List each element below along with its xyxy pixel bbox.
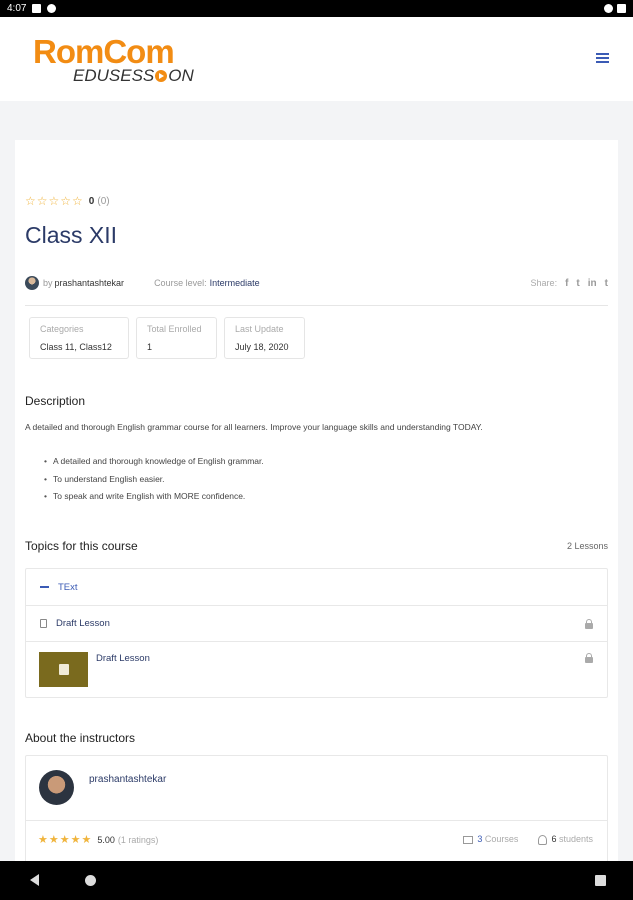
rating-value: 5.00 [97,834,115,845]
description-bullets: A detailed and thorough knowledge of Eng… [44,456,264,509]
course-card: ☆☆☆☆☆ 0 (0) Class XII by prashantashteka… [15,140,618,862]
facebook-icon[interactable]: f [565,278,568,289]
instructor-card: prashantashtekar ★★★★★ 5.00 (1 ratings) … [25,755,608,862]
user-icon [538,834,548,845]
topics-list: TExt Draft Lesson Draft Lesson [25,568,608,698]
logo-text-bottom: EDUSESS ON [73,66,194,85]
tumblr-icon[interactable]: t [605,278,608,289]
rating-count: (0) [97,195,110,207]
lesson-title: Draft Lesson [96,653,150,664]
lessons-count: 2 Lessons [566,541,608,551]
graduation-cap-icon [463,835,474,844]
instructor-name[interactable]: prashantashtekar [89,774,166,785]
course-info-boxes: Categories Class 11, Class12 Total Enrol… [29,317,305,359]
instructors-heading: About the instructors [25,731,136,745]
document-icon [40,619,47,628]
instructor-stats: 3 Courses 6 students [463,834,593,845]
lesson-thumbnail [39,652,88,687]
rating-count: (1 ratings) [117,834,159,845]
sync-icon [47,4,57,13]
rating-stars: ★★★★★ [38,834,93,846]
description-text: A detailed and thorough English grammar … [25,422,483,432]
course-level-value: Intermediate [209,278,260,288]
author-avatar [25,276,39,290]
instructor-students: 6 students [538,834,593,845]
description-heading: Description [25,394,86,408]
status-bar: 4:07 [0,0,633,17]
course-title: Class XII [25,222,118,248]
divider [25,305,608,306]
back-icon[interactable] [30,874,39,886]
instructor-avatar[interactable] [39,770,74,805]
info-box-categories: Categories Class 11, Class12 [29,317,129,359]
topics-heading: Topics for this course [25,539,138,553]
info-box-last-update: Last Update July 18, 2020 [224,317,305,359]
divider [26,820,607,821]
instructor-rating: ★★★★★ 5.00 (1 ratings) [38,833,158,846]
lock-icon [585,653,593,663]
info-box-enrolled: Total Enrolled 1 [136,317,217,359]
site-logo[interactable]: RomCom EDUSESS ON [33,33,194,85]
system-nav-bar [0,861,633,900]
lock-icon [585,619,593,629]
notification-icon [32,4,42,13]
linkedin-icon[interactable]: in [588,278,597,289]
list-item: A detailed and thorough knowledge of Eng… [44,456,264,474]
topic-header[interactable]: TExt [26,569,607,606]
play-icon [155,70,168,82]
video-icon [58,664,69,675]
hamburger-icon[interactable] [596,53,609,64]
logo-text-top: RomCom [33,33,175,70]
recent-apps-icon[interactable] [595,875,606,886]
course-rating: ☆☆☆☆☆ 0 (0) [25,194,110,208]
lesson-title: Draft Lesson [56,618,110,629]
rating-stars: ☆☆☆☆☆ [25,194,84,208]
list-item: To understand English easier. [44,474,264,492]
battery-icon [617,4,626,13]
status-time: 4:07 [7,3,27,14]
twitter-icon[interactable]: t [576,278,579,289]
lesson-item[interactable]: Draft Lesson [26,606,607,642]
rating-value: 0 [88,195,95,207]
home-icon[interactable] [85,875,96,886]
author-prefix: by [43,278,53,288]
share-label: Share: [530,278,558,288]
site-header: RomCom EDUSESS ON [0,17,633,101]
course-level-label: Course level: [154,278,207,288]
list-item: To speak and write English with MORE con… [44,491,264,509]
share-bar: Share: f t in t [531,278,608,289]
instructor-courses: 3 Courses [463,834,518,845]
topic-title: TExt [58,581,78,593]
author-link[interactable]: prashantashtekar [55,278,125,288]
collapse-icon [40,586,49,588]
lesson-item[interactable]: Draft Lesson [26,642,607,698]
course-meta: by prashantashtekar Course level: Interm… [25,276,608,290]
wifi-icon [604,4,613,13]
